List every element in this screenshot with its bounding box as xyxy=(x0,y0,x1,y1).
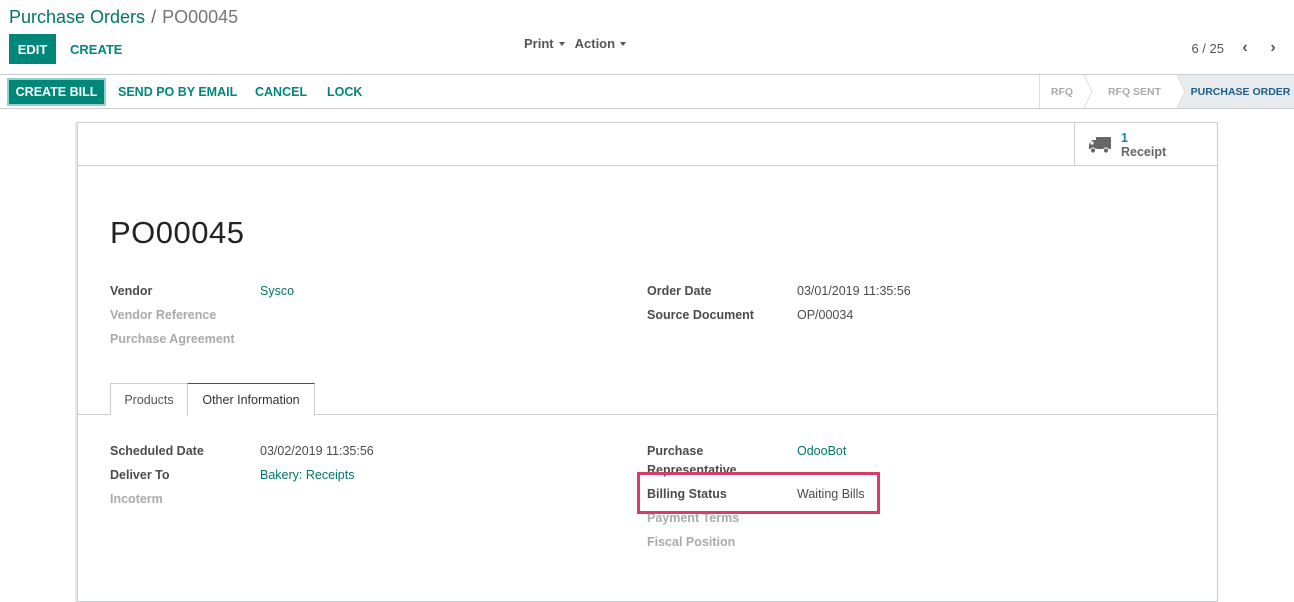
vendor-label: Vendor xyxy=(110,284,153,298)
print-label: Print xyxy=(524,36,554,51)
statusbar: CREATE BILL SEND PO BY EMAIL CANCEL LOCK… xyxy=(0,74,1294,109)
scheduled-date-value: 03/02/2019 11:35:56 xyxy=(260,444,374,458)
breadcrumb-parent-link[interactable]: Purchase Orders xyxy=(9,7,145,27)
vendor-reference-label: Vendor Reference xyxy=(110,308,217,322)
order-date-value: 03/01/2019 11:35:56 xyxy=(797,284,911,298)
status-stages: RFQ RFQ SENT PURCHASE ORDER xyxy=(1039,75,1294,108)
chevron-left-icon[interactable]: ‹ xyxy=(1238,40,1252,56)
fiscal-position-label: Fiscal Position xyxy=(647,535,736,549)
smart-button-text: 1 Receipt xyxy=(1121,131,1166,159)
form-sheet: 1 Receipt PO00045 Vendor Sysco Vendor Re… xyxy=(77,122,1218,602)
source-document-value: OP/00034 xyxy=(797,308,854,322)
stage-rfq-sent[interactable]: RFQ SENT xyxy=(1084,75,1177,108)
source-document-label: Source Document xyxy=(647,308,754,322)
create-button[interactable]: CREATE xyxy=(64,34,128,64)
pager-value[interactable]: 6 / 25 xyxy=(1191,41,1224,56)
deliver-to-value-link[interactable]: Bakery: Receipts xyxy=(260,467,354,483)
scheduled-date-label: Scheduled Date xyxy=(110,444,204,458)
receipt-count: 1 xyxy=(1121,130,1128,145)
chevron-right-icon[interactable]: › xyxy=(1266,40,1280,56)
control-panel: Purchase Orders / PO00045 EDIT CREATE Prin… xyxy=(0,0,1294,74)
cancel-button[interactable]: CANCEL xyxy=(255,78,307,106)
print-dropdown[interactable]: Print xyxy=(524,36,565,51)
stage-purchase-order[interactable]: PURCHASE ORDER xyxy=(1177,75,1294,108)
order-date-label: Order Date xyxy=(647,284,712,298)
lock-button[interactable]: LOCK xyxy=(327,78,362,106)
breadcrumb-separator: / xyxy=(151,7,157,27)
caret-down-icon xyxy=(620,41,627,46)
tab-products[interactable]: Products xyxy=(110,383,188,415)
breadcrumb: Purchase Orders / PO00045 xyxy=(9,6,238,28)
sidebar-dropdowns: Print Action xyxy=(524,36,627,51)
notebook-tabs: Products Other Information xyxy=(78,382,1217,416)
receipt-smart-button[interactable]: 1 Receipt xyxy=(1074,123,1217,166)
purchase-agreement-label: Purchase Agreement xyxy=(110,332,235,346)
action-label: Action xyxy=(574,36,616,51)
truck-icon xyxy=(1089,136,1111,154)
create-bill-button[interactable]: CREATE BILL xyxy=(7,78,106,106)
vendor-value-link[interactable]: Sysco xyxy=(260,283,294,299)
deliver-to-label: Deliver To xyxy=(110,468,170,482)
caret-down-icon xyxy=(558,41,565,46)
receipt-label: Receipt xyxy=(1121,144,1167,159)
purchase-representative-value-link[interactable]: OdooBot xyxy=(797,443,846,459)
pager: 6 / 25 ‹ › xyxy=(1191,40,1280,56)
action-dropdown[interactable]: Action xyxy=(574,36,627,51)
edit-button[interactable]: EDIT xyxy=(9,34,56,64)
record-title: PO00045 xyxy=(110,215,245,250)
billing-status-highlight xyxy=(637,472,880,514)
stage-rfq[interactable]: RFQ xyxy=(1040,75,1084,108)
incoterm-label: Incoterm xyxy=(110,492,163,506)
tab-other-information[interactable]: Other Information xyxy=(187,383,315,416)
send-po-by-email-button[interactable]: SEND PO BY EMAIL xyxy=(118,78,237,106)
breadcrumb-current: PO00045 xyxy=(162,7,239,27)
button-box: 1 Receipt xyxy=(78,123,1217,166)
